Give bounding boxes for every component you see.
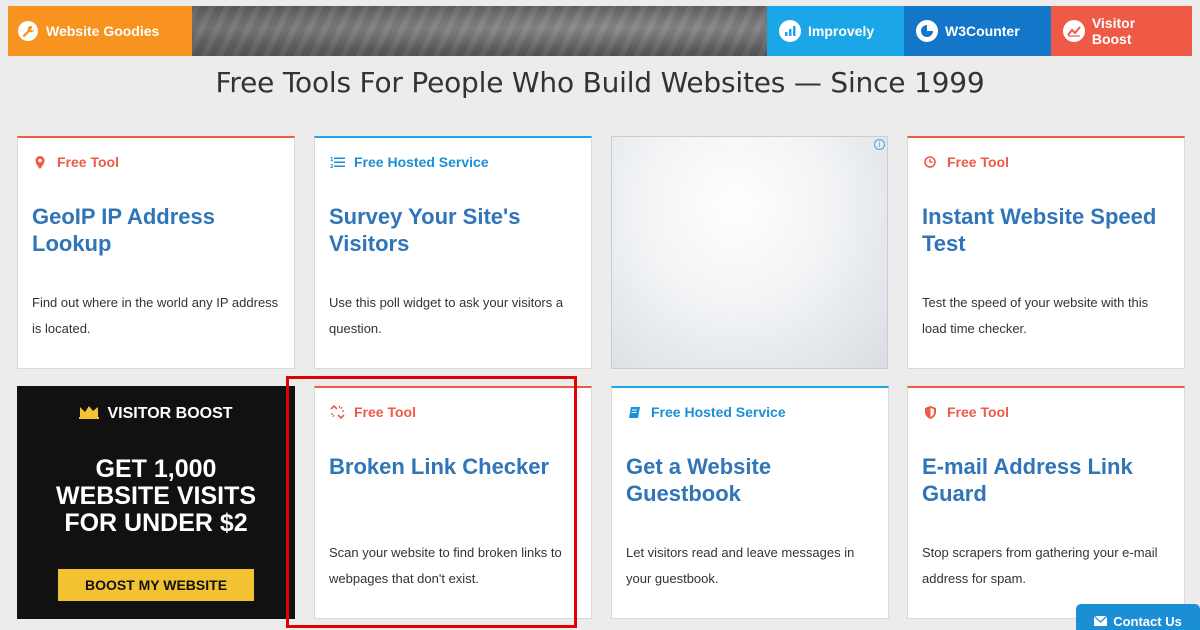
trend-chart-icon [1063,20,1085,42]
visitor-boost-promo[interactable]: VISITOR BOOST GET 1,000 WEBSITE VISITS F… [17,386,295,619]
promo-headline: GET 1,000 WEBSITE VISITS FOR UNDER $2 [17,456,295,537]
nav-w3counter-link[interactable]: W3Counter [904,6,1051,56]
card-tag: Free Tool [32,154,119,170]
card-description: Find out where in the world any IP addre… [32,295,279,336]
card-tag: 12 Free Hosted Service [329,154,489,170]
promo-title-label: VISITOR BOOST [107,405,233,422]
card-description: Stop scrapers from gathering your e-mail… [922,545,1158,586]
card-tag-label: Free Hosted Service [354,154,489,170]
boost-my-website-button[interactable]: BOOST MY WEBSITE [58,569,254,601]
card-email-link-guard[interactable]: Free Tool E-mail Address Link Guard Stop… [907,386,1185,619]
card-description: Scan your website to find broken links t… [329,545,562,586]
svg-text:2: 2 [330,164,334,168]
card-tag: Free Hosted Service [626,404,786,420]
partner-nav: Improvely W3Counter Visitor Boost [767,6,1192,56]
bar-chart-icon [779,20,801,42]
card-tag: Free Tool [922,404,1009,420]
map-pin-icon [32,154,48,170]
card-speed-test[interactable]: Free Tool Instant Website Speed Test Tes… [907,136,1185,369]
clock-icon [922,154,938,170]
envelope-icon [1093,614,1108,629]
contact-us-button[interactable]: Contact Us [1076,604,1200,630]
card-tag: Free Tool [329,404,416,420]
card-title-link[interactable]: E-mail Address Link Guard [922,453,1172,507]
card-title-link[interactable]: Broken Link Checker [329,453,579,480]
nav-improvely-link[interactable]: Improvely [767,6,904,56]
nav-w3counter-label: W3Counter [945,23,1020,39]
card-description: Use this poll widget to ask your visitor… [329,295,564,336]
advertisement-slot[interactable]: i [611,136,888,369]
book-icon [626,404,642,420]
card-title-link[interactable]: Instant Website Speed Test [922,203,1172,257]
card-description: Let visitors read and leave messages in … [626,545,855,586]
card-survey-visitors[interactable]: 12 Free Hosted Service Survey Your Site'… [314,136,592,369]
card-tag-label: Free Tool [947,154,1009,170]
nav-visitor-boost-link[interactable]: Visitor Boost [1051,6,1192,56]
promo-headline-line: FOR UNDER $2 [64,509,248,537]
card-guestbook[interactable]: Free Hosted Service Get a Website Guestb… [611,386,889,619]
pie-chart-icon [916,20,938,42]
wrench-icon [18,21,38,41]
card-title-link[interactable]: Survey Your Site's Visitors [329,203,579,257]
card-description: Test the speed of your website with this… [922,295,1149,336]
list-icon: 12 [329,154,345,170]
card-title-link[interactable]: Get a Website Guestbook [626,453,876,507]
promo-headline-line: GET 1,000 [95,455,217,483]
page-headline: Free Tools For People Who Build Websites… [215,66,985,99]
card-geoip-lookup[interactable]: Free Tool GeoIP IP Address Lookup Find o… [17,136,295,369]
nav-visitor-boost-label: Visitor Boost [1091,15,1136,47]
svg-text:1: 1 [330,157,334,163]
card-tag: Free Tool [922,154,1009,170]
card-broken-link-checker[interactable]: Free Tool Broken Link Checker Scan your … [314,386,592,619]
broken-link-icon [329,404,345,420]
crown-chart-icon [79,404,100,424]
promo-headline-line: WEBSITE VISITS [55,482,257,510]
card-tag-label: Free Tool [947,404,1009,420]
contact-us-label: Contact Us [1113,614,1182,629]
card-tag-label: Free Tool [354,404,416,420]
card-title-link[interactable]: GeoIP IP Address Lookup [32,203,282,257]
website-goodies-home-link[interactable]: Website Goodies [8,6,192,56]
nav-improvely-label: Improvely [808,23,875,39]
card-tag-label: Free Hosted Service [651,404,786,420]
shield-icon [922,404,938,420]
promo-title: VISITOR BOOST [17,404,295,424]
brand-label: Website Goodies [46,23,160,39]
ad-info-icon[interactable]: i [874,139,885,150]
top-navigation-bar: Website Goodies Improvely W3Counter Visi… [8,6,1192,56]
card-tag-label: Free Tool [57,154,119,170]
